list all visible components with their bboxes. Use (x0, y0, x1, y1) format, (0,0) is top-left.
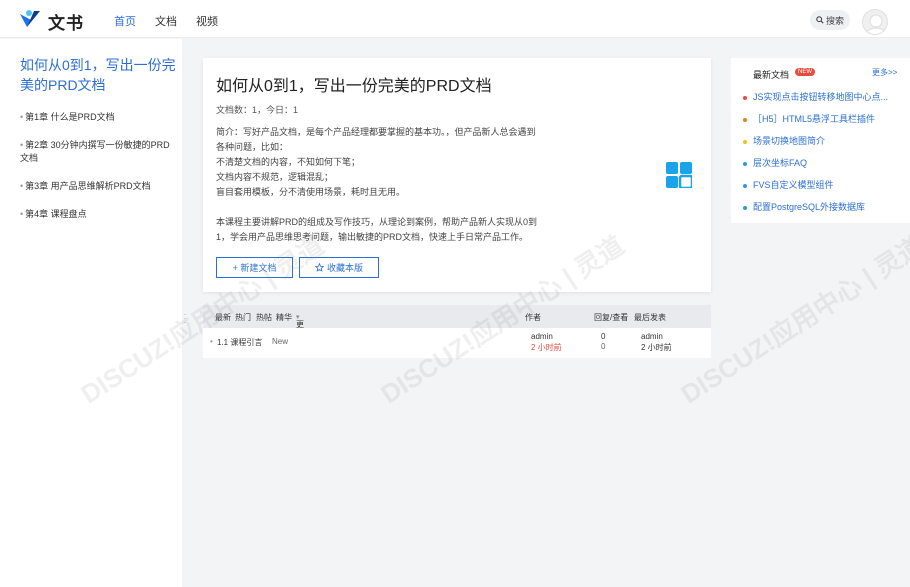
thread-replies: 0 (601, 332, 606, 341)
filter-latest[interactable]: 最新 (215, 312, 231, 323)
latest-doc-item[interactable]: FVS自定义模型组件 (743, 178, 903, 191)
sidebar-chapter-3[interactable]: • 第3章 用产品思维解析PRD文档 (20, 180, 170, 193)
latest-doc-item[interactable]: ［H5］HTML5悬浮工具栏插件 (743, 112, 903, 125)
bullet-dot: • (210, 337, 213, 346)
filter-more[interactable]: 更多 ▾ (296, 312, 304, 340)
new-badge: NEW (795, 68, 815, 76)
table-row: • 1.1 课程引言 New admin 2 小时前 0 0 admin 2 小… (203, 328, 711, 358)
thread-last-time: 2 小时前 (641, 343, 672, 352)
bullet-dot (743, 117, 747, 122)
filter-hot-posts[interactable]: 热帖 (256, 312, 272, 323)
thread-last-author[interactable]: admin (641, 332, 663, 341)
sidebar-chapter-2[interactable]: • 第2章 30分钟内撰写一份敏捷的PRD文档 (20, 139, 170, 165)
bullet-dot (743, 95, 747, 100)
forum-info-card: 如何从0到1，写出一份完美的PRD文档 文档数：1，今日：1 简介：写好产品文档… (203, 58, 711, 292)
latest-doc-item[interactable]: JS实现点击按钮转移地图中心点... (743, 90, 903, 103)
latest-doc-item[interactable]: 层次坐标FAQ (743, 156, 903, 169)
search-button[interactable]: 搜索 (810, 10, 850, 30)
sidebar-course-title[interactable]: 如何从0到1，写出一份完美的PRD文档 (20, 55, 176, 95)
bullet-dot: • (20, 209, 24, 219)
page-title: 如何从0到1，写出一份完美的PRD文档 (216, 78, 492, 95)
latest-doc-item[interactable]: 配置PostgreSQL外接数据库 (743, 200, 903, 213)
chapter-label: 第1章 什么是PRD文档 (25, 112, 115, 122)
filter-hot[interactable]: 热门 (235, 312, 251, 323)
thread-table-header: 最新 热门 热帖 精华 更多 ▾ 作者 回复/查看 最后发表 (203, 305, 711, 340)
thread-title[interactable]: 1.1 课程引言 (217, 337, 262, 348)
left-sidebar: 如何从0到1，写出一份完美的PRD文档 • 第1章 什么是PRD文档 • 第2章 3… (0, 39, 182, 587)
sidebar-chapter-4[interactable]: • 第4章 课程盘点 (20, 208, 170, 221)
brand-logo-icon[interactable] (18, 8, 42, 30)
latest-doc-label: 场景切换地图简介 (753, 136, 826, 146)
bullet-dot (743, 139, 747, 144)
col-replies-views: 回复/查看 (594, 313, 629, 322)
collect-button[interactable]: 收藏本版 (299, 257, 379, 278)
more-link[interactable]: 更多>> (872, 67, 897, 78)
search-icon (816, 16, 824, 24)
latest-doc-label: JS实现点击按钮转移地图中心点... (753, 92, 889, 102)
avatar-placeholder-icon (865, 14, 887, 34)
top-navbar: 文书 首页 文档 视频 搜索 (0, 0, 910, 38)
new-doc-label: + 新建文档 (232, 263, 277, 273)
sidebar-chapter-1[interactable]: • 第1章 什么是PRD文档 (20, 111, 170, 124)
thread-new-tag: New (272, 337, 289, 346)
forum-description: 简介：写好产品文档，是每个产品经理都要掌握的基本功。，但产品新人总会遇到各种问题… (216, 127, 538, 242)
col-author: 作者 (525, 313, 541, 322)
brand-name[interactable]: 文书 (48, 9, 84, 34)
nav-home[interactable]: 首页 (114, 13, 136, 29)
bullet-dot: • (20, 181, 24, 191)
star-icon (314, 263, 324, 272)
thread-views: 0 (601, 342, 606, 351)
search-label: 搜索 (825, 15, 844, 26)
bullet-dot (743, 205, 747, 210)
latest-docs-title: 最新文档 (753, 70, 790, 80)
bullet-dot: • (20, 112, 24, 122)
latest-doc-label: FVS自定义模型组件 (753, 180, 834, 190)
nav-videos[interactable]: 视频 (196, 13, 218, 29)
nav-docs[interactable]: 文档 (155, 13, 177, 29)
filter-digest[interactable]: 精华 (276, 312, 292, 323)
sidebar-resize-handle[interactable]: · · · (182, 310, 188, 327)
latest-docs-panel: 最新文档 NEW 更多>> JS实现点击按钮转移地图中心点... ［H5］HTM… (731, 58, 910, 223)
col-last-post: 最后发表 (634, 313, 666, 322)
grid-apps-icon (666, 162, 692, 188)
chapter-label: 第4章 课程盘点 (25, 209, 87, 219)
thread-post-time: 2 小时前 (531, 343, 562, 352)
latest-doc-label: 层次坐标FAQ (753, 158, 808, 168)
chapter-label: 第2章 30分钟内撰写一份敏捷的PRD文档 (20, 140, 170, 163)
user-avatar[interactable] (862, 9, 888, 35)
collect-label: 收藏本版 (326, 263, 363, 273)
doc-count: 文档数：1，今日：1 (216, 105, 299, 115)
bullet-dot (743, 183, 747, 188)
latest-doc-label: 配置PostgreSQL外接数据库 (753, 202, 866, 212)
thread-author[interactable]: admin (531, 332, 553, 341)
bullet-dot: • (20, 140, 24, 150)
new-doc-button[interactable]: + 新建文档 (216, 257, 293, 278)
chapter-label: 第3章 用产品思维解析PRD文档 (25, 181, 151, 191)
bullet-dot (743, 161, 747, 166)
latest-doc-label: ［H5］HTML5悬浮工具栏插件 (753, 114, 876, 124)
latest-doc-item[interactable]: 场景切换地图简介 (743, 134, 903, 147)
